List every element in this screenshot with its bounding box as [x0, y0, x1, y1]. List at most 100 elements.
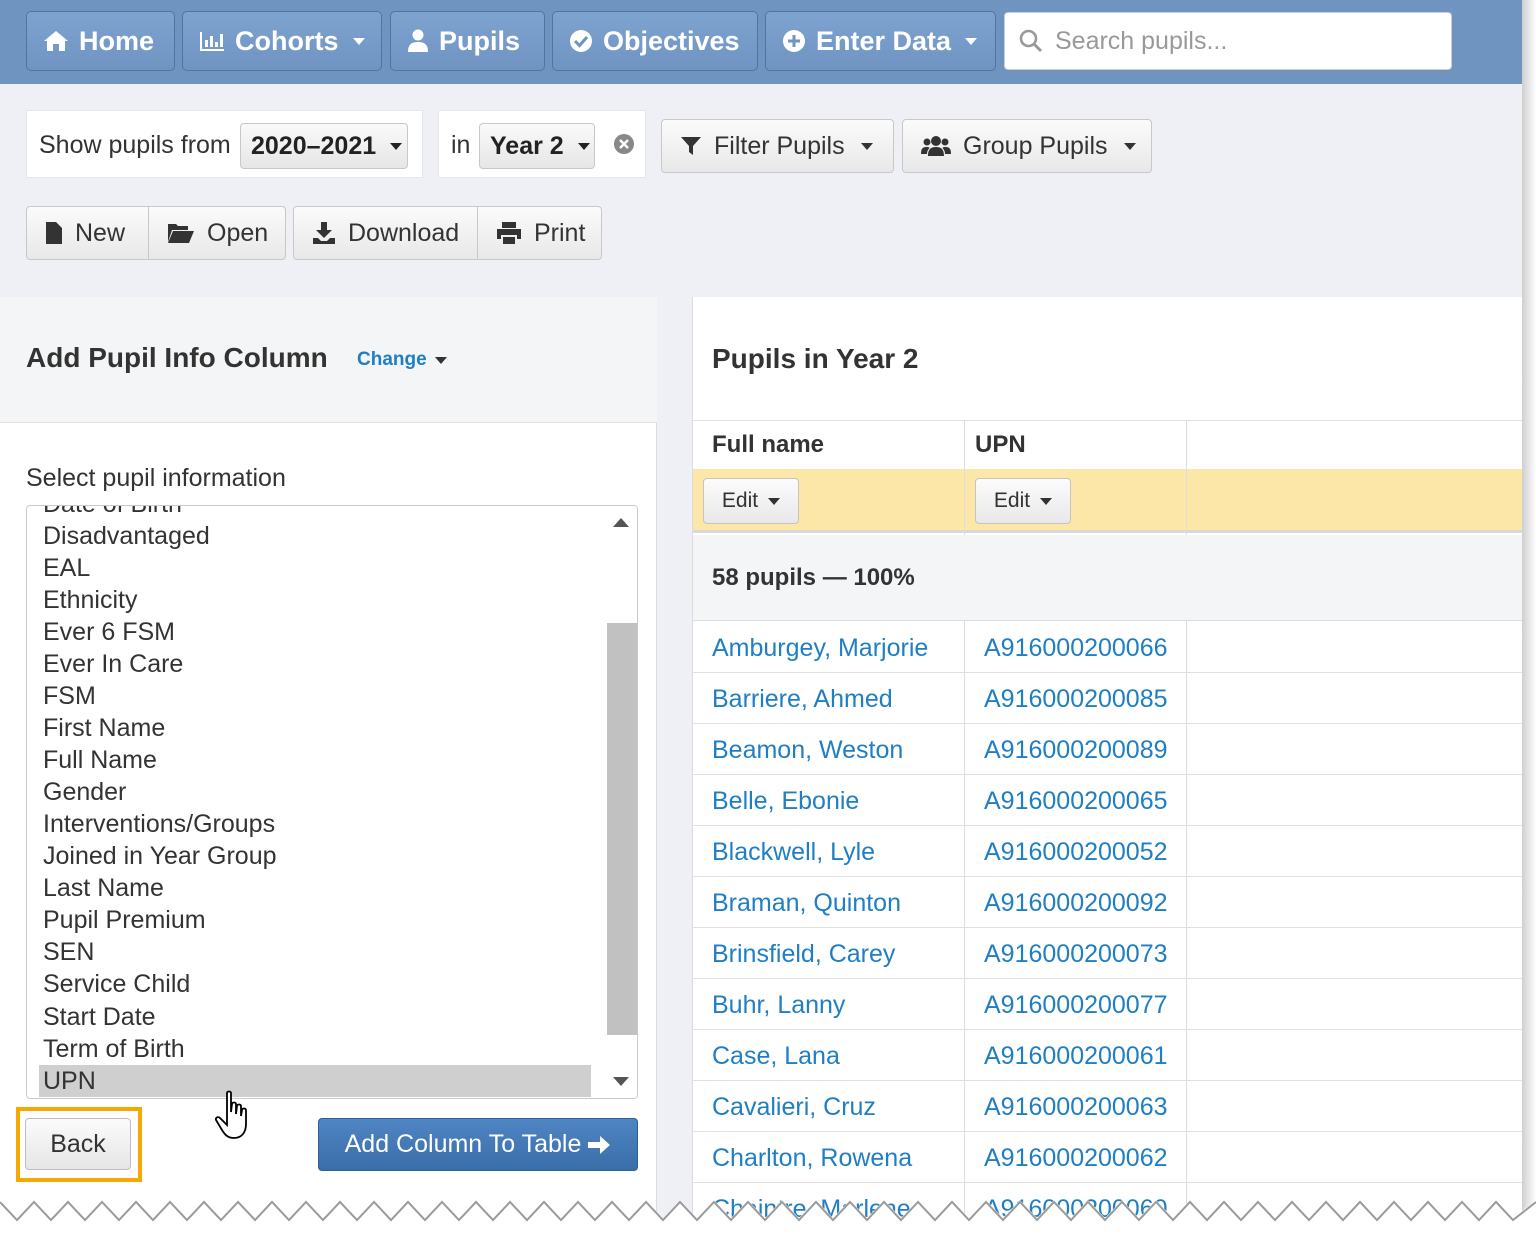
pupil-name-link[interactable]: Brinsfield, Carey — [712, 940, 895, 969]
pupil-name-link[interactable]: Blackwell, Lyle — [712, 838, 875, 867]
print-button[interactable]: Print — [477, 206, 602, 260]
list-option[interactable]: Joined in Year Group — [43, 840, 277, 872]
pupil-upn-link[interactable]: A916000200092 — [984, 889, 1168, 918]
torn-edge-decoration — [0, 1200, 1536, 1235]
new-button[interactable]: New — [26, 206, 149, 260]
change-dropdown-link[interactable]: Change — [357, 349, 447, 371]
pupil-name-link[interactable]: Beamon, Weston — [712, 736, 903, 765]
pupil-upn-link[interactable]: A916000200066 — [984, 634, 1168, 663]
scroll-down-icon[interactable] — [613, 1077, 629, 1086]
scroll-up-icon[interactable] — [613, 518, 629, 527]
nav-pupils-button[interactable]: Pupils — [390, 11, 545, 71]
list-option[interactable]: Gender — [43, 776, 126, 808]
clear-icon[interactable] — [613, 133, 635, 155]
list-option[interactable]: Ethnicity — [43, 584, 137, 616]
list-option[interactable]: Date of Birth — [43, 506, 182, 520]
group-pupils-label: Group Pupils — [963, 131, 1108, 160]
listbox-scrollbar[interactable] — [605, 506, 637, 1098]
pupil-name-link[interactable]: Barriere, Ahmed — [712, 685, 893, 714]
nav-cohorts-label: Cohorts — [235, 25, 339, 56]
list-option[interactable]: SEN — [43, 936, 94, 968]
chevron-down-icon — [1040, 497, 1053, 505]
pupil-upn-link[interactable]: A916000200063 — [984, 1093, 1168, 1122]
back-button[interactable]: Back — [25, 1118, 131, 1170]
table-row: Amburgey, Marjorie A916000200066 — [693, 622, 1523, 673]
pupil-name-link[interactable]: Amburgey, Marjorie — [712, 634, 928, 663]
chevron-down-icon — [390, 142, 403, 150]
pupil-upn-link[interactable]: A916000200061 — [984, 1042, 1168, 1071]
list-option[interactable]: EAL — [43, 552, 90, 584]
bar-chart-icon — [200, 32, 224, 51]
pupil-name-link[interactable]: Braman, Quinton — [712, 889, 901, 918]
show-from-label: Show pupils from — [39, 131, 231, 159]
list-option[interactable]: Ever 6 FSM — [43, 616, 175, 648]
pupil-upn-link[interactable]: A916000200073 — [984, 940, 1168, 969]
table-row: Brinsfield, Carey A916000200073 — [693, 928, 1523, 979]
list-option[interactable]: Disadvantaged — [43, 520, 210, 552]
edit-fullname-button[interactable]: Edit — [703, 478, 799, 524]
nav-home-button[interactable]: Home — [26, 11, 175, 71]
list-option[interactable]: Service Child — [43, 968, 190, 1000]
scroll-thumb[interactable] — [607, 623, 637, 1035]
pupil-upn-link[interactable]: A916000200065 — [984, 787, 1168, 816]
pupil-upn-link[interactable]: A916000200052 — [984, 838, 1168, 867]
pupil-name-link[interactable]: Cavalieri, Cruz — [712, 1093, 876, 1122]
add-column-panel: Add Pupil Info Column Change Select pupi… — [0, 297, 657, 1227]
column-header-fullname: Full name — [712, 431, 825, 458]
chevron-down-icon — [860, 142, 873, 150]
folder-open-icon — [168, 224, 194, 243]
pupil-info-listbox[interactable]: Date of Birth Disadvantaged EAL Ethnicit… — [26, 505, 638, 1099]
table-row: Belle, Ebonie A916000200065 — [693, 775, 1523, 826]
pupil-name-link[interactable]: Case, Lana — [712, 1042, 840, 1071]
chevron-down-icon — [577, 142, 590, 150]
list-option[interactable]: Full Name — [43, 744, 157, 776]
group-pupils-button[interactable]: Group Pupils — [902, 119, 1152, 173]
printer-icon — [497, 222, 521, 244]
back-label: Back — [50, 1129, 106, 1158]
open-label: Open — [207, 218, 269, 247]
nav-pupils-label: Pupils — [439, 25, 521, 56]
list-option-selected[interactable]: UPN — [39, 1065, 591, 1097]
edit-label: Edit — [721, 489, 759, 512]
search-box[interactable] — [1004, 12, 1452, 70]
nav-cohorts-button[interactable]: Cohorts — [182, 11, 382, 71]
nav-enter-data-button[interactable]: Enter Data — [765, 11, 996, 71]
search-input[interactable] — [1055, 26, 1435, 56]
list-option[interactable]: Interventions/Groups — [43, 808, 275, 840]
pupil-name-link[interactable]: Charlton, Rowena — [712, 1144, 912, 1173]
chevron-down-icon — [1123, 142, 1136, 150]
nav-enter-data-label: Enter Data — [816, 25, 952, 56]
list-option[interactable]: FSM — [43, 680, 96, 712]
pupil-name-link[interactable]: Belle, Ebonie — [712, 787, 859, 816]
list-option[interactable]: Last Name — [43, 872, 164, 904]
year-range-value: 2020–2021 — [251, 131, 377, 160]
year-range-select[interactable]: 2020–2021 — [240, 123, 408, 169]
filter-pupils-button[interactable]: Filter Pupils — [661, 119, 894, 173]
user-icon — [408, 29, 428, 52]
download-button[interactable]: Download — [293, 206, 478, 260]
pupil-upn-link[interactable]: A916000200089 — [984, 736, 1168, 765]
table-row: Buhr, Lanny A916000200077 — [693, 979, 1523, 1030]
year-group-value: Year 2 — [490, 131, 564, 160]
table-title: Pupils in Year 2 — [712, 343, 919, 374]
home-icon — [44, 31, 68, 51]
pupil-name-link[interactable]: Buhr, Lanny — [712, 991, 845, 1020]
year-range-panel: Show pupils from 2020–2021 — [26, 110, 423, 178]
pupil-upn-link[interactable]: A916000200085 — [984, 685, 1168, 714]
list-option[interactable]: Term of Birth — [43, 1033, 185, 1065]
column-edit-row: Edit Edit — [693, 469, 1523, 533]
nav-objectives-button[interactable]: Objectives — [552, 11, 758, 71]
edit-upn-button[interactable]: Edit — [975, 478, 1071, 524]
pupil-upn-link[interactable]: A916000200062 — [984, 1144, 1168, 1173]
list-option[interactable]: Start Date — [43, 1001, 156, 1033]
open-button[interactable]: Open — [148, 206, 286, 260]
add-column-button[interactable]: Add Column To Table — [318, 1118, 638, 1171]
list-option[interactable]: Ever In Care — [43, 648, 183, 680]
list-option[interactable]: Pupil Premium — [43, 904, 206, 936]
year-group-select[interactable]: Year 2 — [479, 123, 595, 169]
pupil-upn-link[interactable]: A916000200077 — [984, 991, 1168, 1020]
filter-icon — [681, 137, 701, 155]
list-option[interactable]: First Name — [43, 712, 165, 744]
top-navbar: Home Cohorts Pupils Objectives Enter Dat… — [0, 0, 1522, 84]
in-label: in — [451, 131, 471, 159]
